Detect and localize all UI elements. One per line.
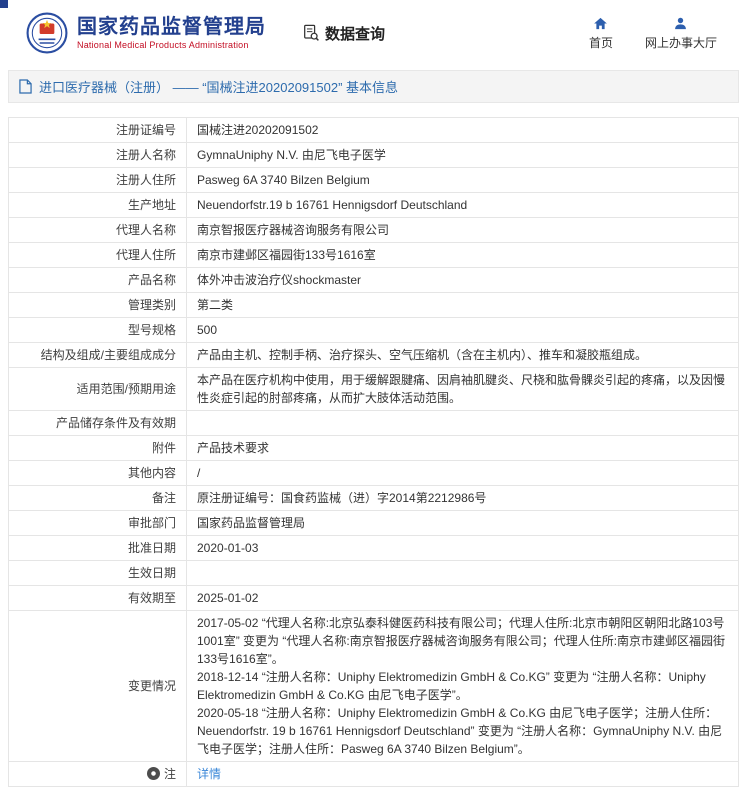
- breadcrumb-text: 进口医疗器械（注册） —— “国械注进20202091502” 基本信息: [39, 77, 398, 96]
- agency-name-block: 国家药品监督管理局 National Medical Products Admi…: [77, 16, 266, 50]
- table-row: 注册证编号国械注进20202091502: [9, 118, 739, 143]
- table-row: 生效日期: [9, 561, 739, 586]
- row-value: /: [187, 461, 739, 486]
- detail-link[interactable]: 详情: [197, 767, 221, 781]
- table-row: 变更情况2017-05-02 “代理人名称:北京弘泰科健医药科技有限公司；代理人…: [9, 611, 739, 762]
- row-value: 2017-05-02 “代理人名称:北京弘泰科健医药科技有限公司；代理人住所:北…: [187, 611, 739, 762]
- table-row: 注 详情: [9, 762, 739, 787]
- row-label: 其他内容: [9, 461, 187, 486]
- row-label: 产品名称: [9, 268, 187, 293]
- table-row: 注册人名称GymnaUniphy N.V. 由尼飞电子医学: [9, 143, 739, 168]
- row-label: 附件: [9, 436, 187, 461]
- detail-link-cell: 详情: [187, 762, 739, 787]
- row-label: 注册人名称: [9, 143, 187, 168]
- nav-item-label: 首页: [589, 34, 613, 51]
- row-label-text: 注: [164, 767, 176, 781]
- row-value: [187, 411, 739, 436]
- table-row: 适用范围/预期用途本产品在医疗机构中使用，用于缓解跟腱痛、因肩袖肌腱炎、尺桡和肱…: [9, 368, 739, 411]
- row-label: 注册人住所: [9, 168, 187, 193]
- row-value: Neuendorfstr.19 b 16761 Hennigsdorf Deut…: [187, 193, 739, 218]
- row-label: 注册证编号: [9, 118, 187, 143]
- row-value: 南京市建邺区福园街133号1616室: [187, 243, 739, 268]
- table-row: 注册人住所Pasweg 6A 3740 Bilzen Belgium: [9, 168, 739, 193]
- table-row: 有效期至2025-01-02: [9, 586, 739, 611]
- row-value: 产品由主机、控制手柄、治疗探头、空气压缩机（含在主机内）、推车和凝胶瓶组成。: [187, 343, 739, 368]
- row-label: 有效期至: [9, 586, 187, 611]
- row-label: 型号规格: [9, 318, 187, 343]
- top-nav: 首页 网上办事大厅: [589, 16, 717, 51]
- table-row: 代理人住所南京市建邺区福园街133号1616室: [9, 243, 739, 268]
- row-value: 国械注进20202091502: [187, 118, 739, 143]
- table-row: 批准日期2020-01-03: [9, 536, 739, 561]
- table-row: 产品储存条件及有效期: [9, 411, 739, 436]
- row-value: 2020-01-03: [187, 536, 739, 561]
- row-value: 产品技术要求: [187, 436, 739, 461]
- doc-search-icon: [302, 24, 320, 42]
- row-label: 管理类别: [9, 293, 187, 318]
- row-value: [187, 561, 739, 586]
- table-row: 备注原注册证编号：国食药监械（进）字2014第2212986号: [9, 486, 739, 511]
- breadcrumb: 进口医疗器械（注册） —— “国械注进20202091502” 基本信息: [8, 70, 739, 103]
- person-icon: [673, 16, 688, 31]
- data-query-link[interactable]: 数据查询: [302, 23, 385, 44]
- row-value: GymnaUniphy N.V. 由尼飞电子医学: [187, 143, 739, 168]
- row-value: Pasweg 6A 3740 Bilzen Belgium: [187, 168, 739, 193]
- data-query-label: 数据查询: [325, 23, 385, 44]
- row-label: 结构及组成/主要组成成分: [9, 343, 187, 368]
- table-row: 审批部门国家药品监督管理局: [9, 511, 739, 536]
- agency-logo: 国家药品监督管理局 National Medical Products Admi…: [26, 12, 266, 54]
- row-label: 变更情况: [9, 611, 187, 762]
- row-label: 适用范围/预期用途: [9, 368, 187, 411]
- info-table-body: 注册证编号国械注进20202091502注册人名称GymnaUniphy N.V…: [9, 118, 739, 787]
- document-icon: [19, 79, 32, 94]
- home-icon: [593, 16, 608, 31]
- agency-name-cn: 国家药品监督管理局: [77, 16, 266, 38]
- corner-artifact: [0, 0, 8, 8]
- row-label: 注: [9, 762, 187, 787]
- note-icon: [147, 767, 160, 780]
- table-row: 产品名称体外冲击波治疗仪shockmaster: [9, 268, 739, 293]
- table-row: 生产地址Neuendorfstr.19 b 16761 Hennigsdorf …: [9, 193, 739, 218]
- row-value: 原注册证编号：国食药监械（进）字2014第2212986号: [187, 486, 739, 511]
- row-value: 第二类: [187, 293, 739, 318]
- site-header: 国家药品监督管理局 National Medical Products Admi…: [0, 0, 747, 64]
- national-emblem-icon: [26, 12, 68, 54]
- row-value: 国家药品监督管理局: [187, 511, 739, 536]
- table-row: 代理人名称南京智报医疗器械咨询服务有限公司: [9, 218, 739, 243]
- table-row: 管理类别第二类: [9, 293, 739, 318]
- row-label: 生产地址: [9, 193, 187, 218]
- table-row: 附件产品技术要求: [9, 436, 739, 461]
- table-row: 型号规格500: [9, 318, 739, 343]
- row-label: 生效日期: [9, 561, 187, 586]
- row-label: 代理人名称: [9, 218, 187, 243]
- row-value: 体外冲击波治疗仪shockmaster: [187, 268, 739, 293]
- row-label: 代理人住所: [9, 243, 187, 268]
- row-label: 审批部门: [9, 511, 187, 536]
- nav-item-service-hall[interactable]: 网上办事大厅: [645, 16, 717, 51]
- nav-item-label: 网上办事大厅: [645, 34, 717, 51]
- row-value: 2025-01-02: [187, 586, 739, 611]
- row-label: 产品储存条件及有效期: [9, 411, 187, 436]
- row-value: 500: [187, 318, 739, 343]
- row-value: 本产品在医疗机构中使用，用于缓解跟腱痛、因肩袖肌腱炎、尺桡和肱骨髁炎引起的疼痛，…: [187, 368, 739, 411]
- agency-name-en: National Medical Products Administration: [77, 40, 266, 50]
- row-label: 备注: [9, 486, 187, 511]
- row-label: 批准日期: [9, 536, 187, 561]
- registration-info-table: 注册证编号国械注进20202091502注册人名称GymnaUniphy N.V…: [8, 117, 739, 787]
- table-row: 结构及组成/主要组成成分产品由主机、控制手柄、治疗探头、空气压缩机（含在主机内）…: [9, 343, 739, 368]
- nav-item-home[interactable]: 首页: [589, 16, 613, 51]
- row-value: 南京智报医疗器械咨询服务有限公司: [187, 218, 739, 243]
- table-row: 其他内容/: [9, 461, 739, 486]
